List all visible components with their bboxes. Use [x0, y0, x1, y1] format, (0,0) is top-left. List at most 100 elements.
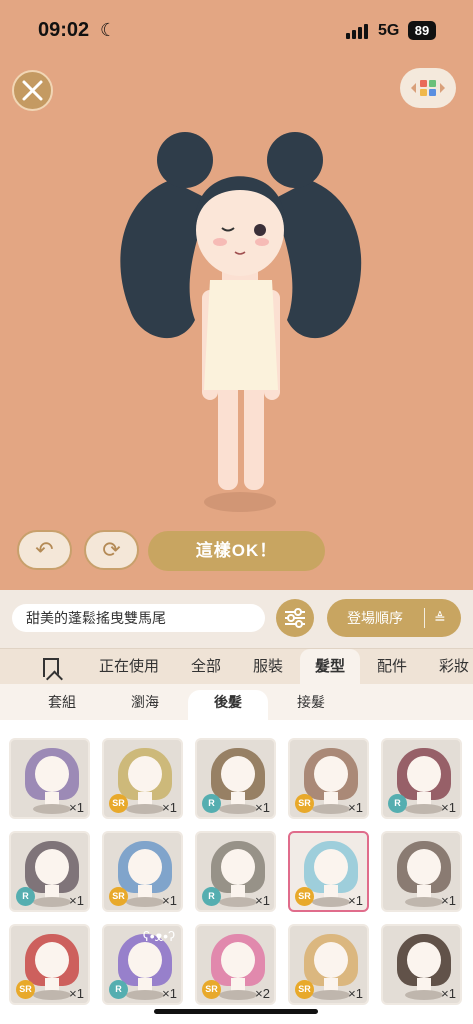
item-count: ×1	[348, 893, 363, 908]
mannequin-head	[407, 756, 441, 792]
rarity-badge: SR	[109, 794, 128, 813]
hair-item-tile[interactable]: R ×1	[195, 831, 276, 912]
tab-all[interactable]: 全部	[180, 649, 232, 685]
item-count: ×1	[441, 893, 456, 908]
subtab-back-hair[interactable]: 後髮	[188, 690, 268, 720]
hair-item-tile[interactable]: SR ×1	[102, 831, 183, 912]
mannequin-base	[33, 897, 71, 907]
tab-makeup[interactable]: 彩妝	[428, 649, 473, 685]
mannequin-base	[33, 804, 71, 814]
sort-order-icon[interactable]: ≜	[434, 599, 446, 637]
mannequin-head	[35, 756, 69, 792]
mannequin-head	[314, 942, 348, 978]
sort-label: 登場順序	[347, 610, 403, 626]
tab-clothing[interactable]: 服裝	[242, 649, 294, 685]
mannequin-base	[312, 804, 350, 814]
mannequin-head	[128, 756, 162, 792]
mannequin-head	[35, 942, 69, 978]
hair-item-tile[interactable]: R ×1 ʕ•ᴥ•ʔ	[102, 924, 183, 1005]
filter-button[interactable]	[276, 599, 314, 637]
mannequin-head	[221, 849, 255, 885]
network-label: 5G	[378, 22, 400, 39]
mannequin-base	[126, 897, 164, 907]
subtab-set[interactable]: 套組	[22, 690, 102, 714]
mannequin-base	[405, 990, 443, 1000]
tab-in-use[interactable]: 正在使用	[90, 649, 168, 685]
mannequin-head	[128, 942, 162, 978]
subtab-extensions[interactable]: 接髮	[271, 690, 351, 714]
status-time: 09:02	[38, 19, 90, 41]
refresh-icon: ⟳	[102, 537, 121, 562]
item-count: ×1	[255, 800, 270, 815]
item-count: ×1	[348, 800, 363, 815]
bookmark-icon[interactable]	[43, 658, 59, 677]
rarity-badge: R	[202, 887, 221, 906]
signal-icon	[346, 23, 368, 39]
avatar-stage: 09:02 ☾ 5G 89 ↶ ⟳ 這樣OK！	[0, 0, 473, 590]
hair-item-tile[interactable]: SR ×1	[288, 831, 369, 912]
hair-item-tile[interactable]: R ×1	[195, 738, 276, 819]
rarity-badge: SR	[295, 980, 314, 999]
mannequin-base	[126, 804, 164, 814]
item-count: ×1	[69, 986, 84, 1001]
tab-accessories[interactable]: 配件	[366, 649, 418, 685]
mannequin-head	[407, 942, 441, 978]
reset-button[interactable]: ⟳	[84, 530, 139, 570]
color-palette-button[interactable]	[400, 68, 456, 108]
rarity-badge: R	[388, 794, 407, 813]
mannequin-base	[33, 990, 71, 1000]
undo-icon: ↶	[35, 537, 54, 562]
hair-item-tile[interactable]: SR ×1	[288, 738, 369, 819]
hair-item-tile[interactable]: ×1	[381, 831, 462, 912]
rarity-badge: SR	[109, 887, 128, 906]
hair-item-tile[interactable]: R ×1	[9, 831, 90, 912]
mannequin-head	[128, 849, 162, 885]
item-toolbar: 甜美的蓬鬆搖曳雙馬尾 登場順序 ≜	[0, 590, 473, 648]
item-name-field: 甜美的蓬鬆搖曳雙馬尾	[12, 604, 265, 632]
rarity-badge: R	[109, 980, 128, 999]
mannequin-head	[221, 756, 255, 792]
moon-icon: ☾	[100, 20, 117, 40]
hair-item-tile[interactable]: ×1	[381, 924, 462, 1005]
mannequin-base	[405, 804, 443, 814]
rarity-badge: SR	[295, 794, 314, 813]
battery-icon: 89	[408, 21, 436, 40]
mannequin-base	[219, 804, 257, 814]
close-button[interactable]	[12, 70, 53, 111]
hair-item-tile[interactable]: R ×1	[381, 738, 462, 819]
sort-button[interactable]: 登場順序 ≜	[327, 599, 461, 637]
close-icon	[22, 80, 43, 101]
home-indicator	[154, 1009, 318, 1014]
hair-sub-tabs: 套組 瀏海 後髮 接髮	[0, 684, 473, 720]
confirm-button[interactable]: 這樣OK！	[148, 531, 325, 571]
hair-item-tile[interactable]: SR ×2	[195, 924, 276, 1005]
mannequin-head	[314, 849, 348, 885]
mannequin-base	[312, 897, 350, 907]
subtab-bangs[interactable]: 瀏海	[105, 690, 185, 714]
item-count: ×1	[69, 893, 84, 908]
rarity-badge: SR	[295, 887, 314, 906]
mannequin-head	[221, 942, 255, 978]
mannequin-base	[219, 897, 257, 907]
undo-button[interactable]: ↶	[17, 530, 72, 570]
item-count: ×1	[255, 893, 270, 908]
mannequin-base	[219, 990, 257, 1000]
mannequin-head	[407, 849, 441, 885]
sliders-icon	[285, 608, 305, 628]
hair-item-tile[interactable]: SR ×1	[9, 924, 90, 1005]
item-grid: ×1 SR ×1 R ×1 SR ×1 R ×1 R ×1 SR ×1 R ×1 SR ×1 ×1 SR ×1 R ×1 ʕ…	[0, 720, 473, 1024]
sort-divider	[424, 608, 425, 628]
item-count: ×1	[162, 800, 177, 815]
hair-item-tile[interactable]: SR ×1	[288, 924, 369, 1005]
hair-item-tile[interactable]: SR ×1	[102, 738, 183, 819]
hair-item-tile[interactable]: ×1	[9, 738, 90, 819]
rarity-badge: SR	[16, 980, 35, 999]
mannequin-head	[35, 849, 69, 885]
tab-hairstyle[interactable]: 髮型	[300, 649, 360, 685]
palette-icon	[411, 80, 445, 96]
item-count: ×1	[69, 800, 84, 815]
item-count: ×1	[162, 893, 177, 908]
mannequin-base	[405, 897, 443, 907]
item-count: ×1	[162, 986, 177, 1001]
mannequin-base	[312, 990, 350, 1000]
